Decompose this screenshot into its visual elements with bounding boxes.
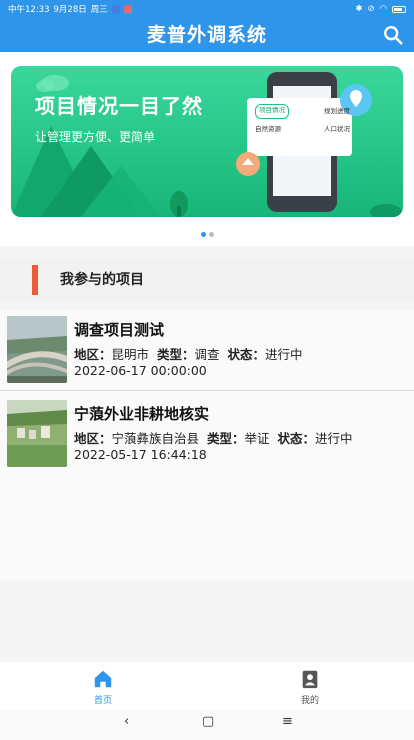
- back-icon[interactable]: ‹: [124, 714, 129, 729]
- status-time: 中午12:33: [8, 5, 50, 15]
- app-notification-icon: [123, 5, 132, 13]
- type-value: 举证: [244, 431, 270, 446]
- banner-headline: 项目情况一目了然: [35, 94, 203, 118]
- tab-home-label: 首页: [93, 696, 112, 706]
- type-value: 调查: [194, 347, 220, 362]
- region-value: 宁蒗彝族自治县: [111, 431, 200, 446]
- status-value: 进行中: [314, 431, 353, 446]
- section-header: 我参与的项目: [0, 258, 414, 302]
- region-label: 地区：: [74, 431, 112, 446]
- menu-icon[interactable]: ≡: [282, 714, 293, 729]
- project-name: 调查项目测试: [74, 321, 165, 339]
- region-value: 昆明市: [111, 347, 150, 362]
- project-thumbnail: [7, 400, 67, 467]
- carousel-dot[interactable]: [208, 232, 214, 237]
- project-time: 2022-05-17 16:44:18: [74, 447, 207, 462]
- banner-slide[interactable]: 项目情况一目了然 让管理更方便、更简单 项目情况 规划进度 自然资源 人口状况: [11, 66, 403, 217]
- app-title: 麦普外调系统: [146, 24, 267, 46]
- search-icon[interactable]: [382, 24, 404, 46]
- status-date: 9月28日: [53, 5, 87, 15]
- profile-icon: [302, 670, 318, 689]
- status-label: 状态：: [277, 431, 315, 446]
- home-nav-icon[interactable]: ▢: [202, 714, 214, 729]
- tab-profile-label: 我的: [300, 696, 319, 706]
- type-label: 类型：: [156, 347, 195, 362]
- list-divider: [0, 390, 414, 391]
- tab-profile[interactable]: 我的: [280, 668, 340, 706]
- banner-card-item: 人口状况: [324, 125, 350, 133]
- status-weekday: 周三: [90, 5, 108, 15]
- project-item[interactable]: 调查项目测试 地区：昆明市 类型：调查 状态：进行中 2022-06-17 00…: [0, 310, 414, 391]
- mute-icon: ⊘: [367, 4, 375, 14]
- bluetooth-icon: ✱: [355, 4, 363, 14]
- app-bar: 麦普外调系统: [0, 18, 414, 52]
- region-label: 地区：: [74, 347, 112, 362]
- notification-icon: [111, 5, 120, 13]
- banner-subline: 让管理更方便、更简单: [35, 130, 156, 144]
- section-accent-bar: [32, 265, 38, 295]
- system-nav-bar: ‹ ▢ ≡: [0, 710, 414, 740]
- project-list: 调查项目测试 地区：昆明市 类型：调查 状态：进行中 2022-06-17 00…: [0, 310, 414, 580]
- project-meta: 地区：昆明市 类型：调查 状态：进行中: [74, 344, 303, 363]
- wifi-icon: ◠: [379, 4, 387, 14]
- battery-icon: [392, 5, 406, 13]
- banner-card-item: 自然资源: [255, 125, 281, 133]
- bottom-tab-bar: 首页 我的: [0, 662, 414, 710]
- banner-card-list: 项目情况 规划进度 自然资源 人口状况: [255, 104, 350, 137]
- status-label: 状态：: [227, 347, 265, 362]
- type-label: 类型：: [206, 431, 245, 446]
- banner-carousel[interactable]: 项目情况一目了然 让管理更方便、更简单 项目情况 规划进度 自然资源 人口状况: [0, 52, 414, 246]
- banner-card-item: 规划进度: [324, 107, 350, 115]
- banner-card-item: 项目情况: [255, 104, 289, 119]
- project-meta: 地区：宁蒗彝族自治县 类型：举证 状态：进行中: [74, 428, 353, 447]
- project-time: 2022-06-17 00:00:00: [74, 363, 207, 378]
- project-thumbnail: [7, 316, 67, 383]
- project-name: 宁蒗外业非耕地核实: [74, 405, 210, 423]
- status-value: 进行中: [264, 347, 303, 362]
- carousel-dot[interactable]: [200, 232, 206, 237]
- home-icon: [94, 670, 112, 688]
- carousel-indicator: [0, 232, 414, 237]
- project-item[interactable]: 宁蒗外业非耕地核实 地区：宁蒗彝族自治县 类型：举证 状态：进行中 2022-0…: [0, 394, 414, 474]
- section-title: 我参与的项目: [60, 272, 144, 288]
- tab-home[interactable]: 首页: [73, 668, 133, 706]
- status-bar: 中午12:33 9月28日 周三 ✱ ⊘ ◠: [0, 0, 414, 18]
